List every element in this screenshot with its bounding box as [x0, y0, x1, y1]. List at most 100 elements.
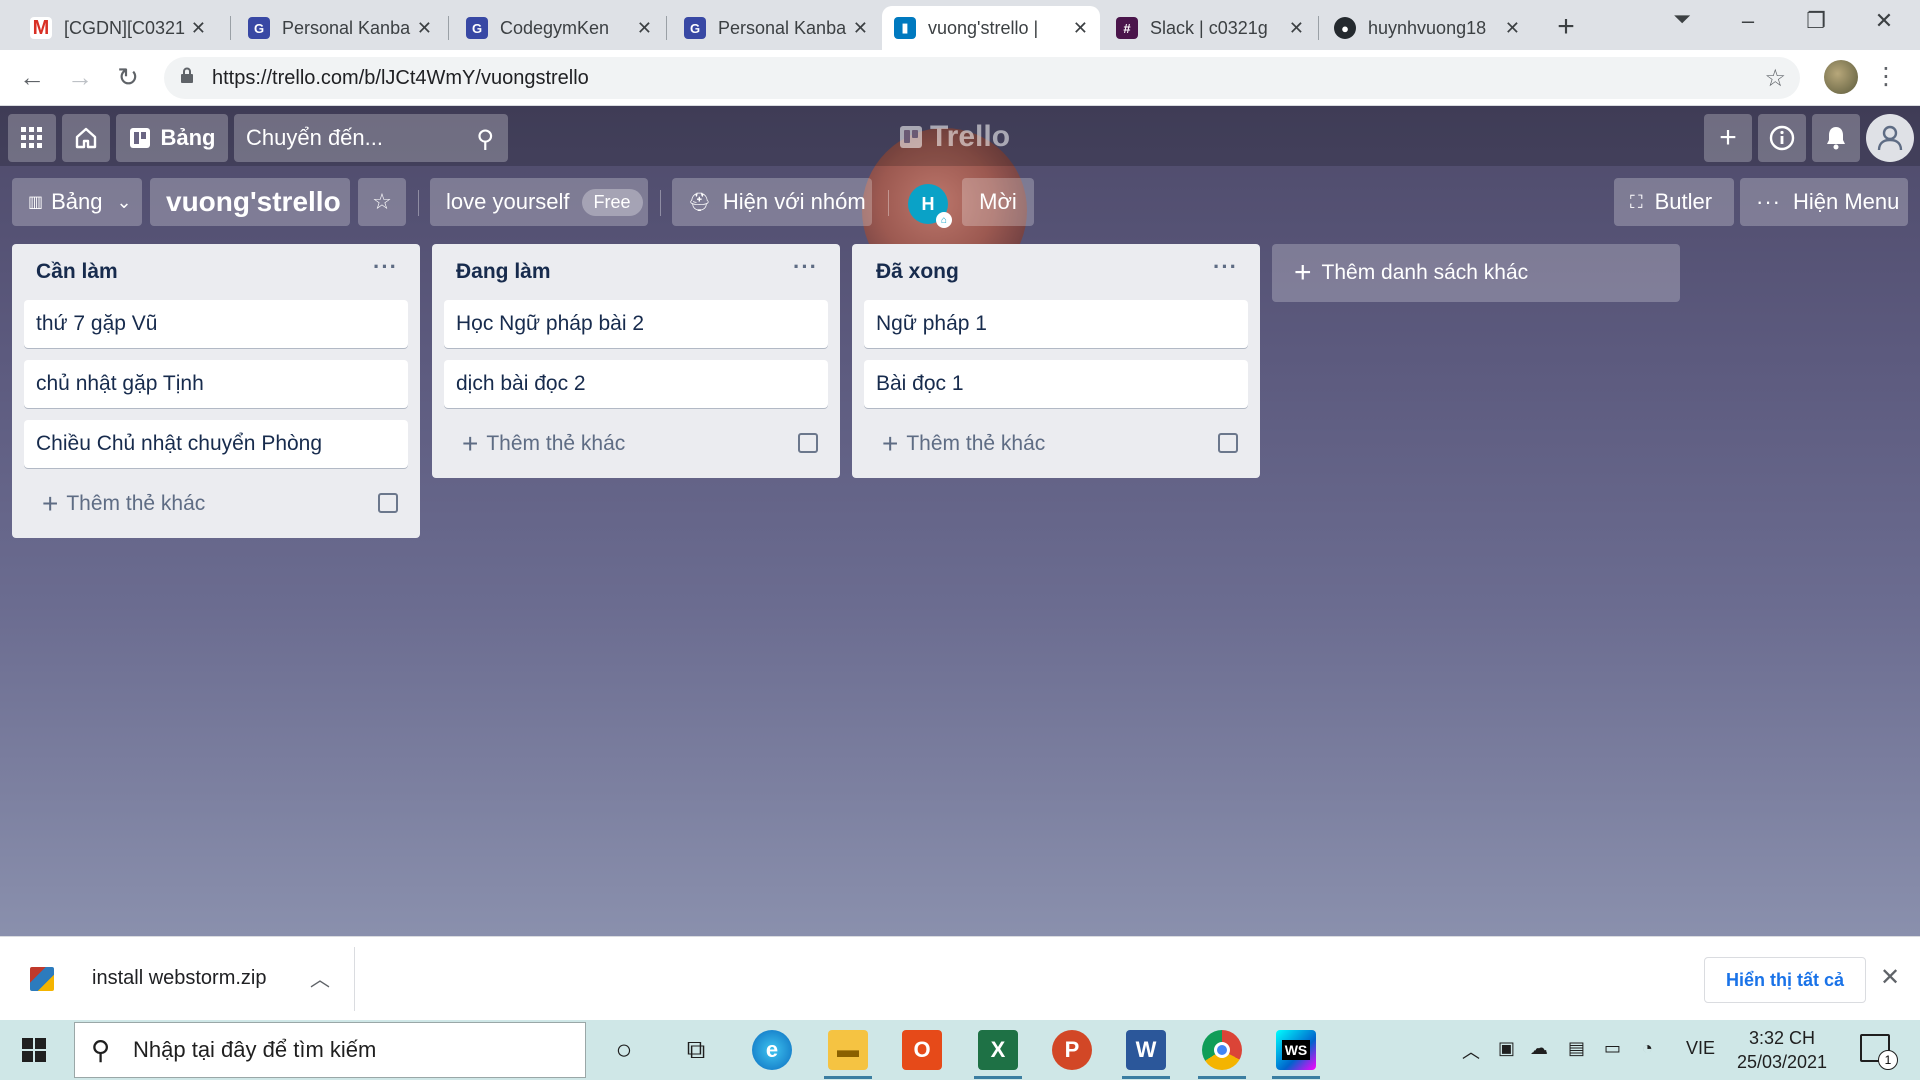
trello-logo-text: Trello: [930, 120, 1011, 153]
onedrive-icon[interactable]: ☁: [1530, 1038, 1548, 1059]
close-icon[interactable]: ✕: [1880, 963, 1900, 992]
notification-icon[interactable]: 1: [1860, 1034, 1898, 1070]
add-card-label: Thêm thẻ khác: [486, 432, 626, 455]
language-indicator[interactable]: VIE: [1686, 1038, 1715, 1059]
battery-icon[interactable]: ▭: [1604, 1038, 1621, 1059]
meet-now-icon[interactable]: ▣: [1498, 1038, 1515, 1059]
list-menu-icon[interactable]: ···: [793, 254, 818, 280]
wifi-icon[interactable]: ◔: [1642, 1038, 1653, 1059]
file-explorer-icon[interactable]: ▬: [828, 1030, 868, 1070]
list-menu-icon[interactable]: ···: [373, 254, 398, 280]
tab-slack[interactable]: # Slack | c0321g ✕: [1104, 6, 1316, 50]
action-center-app-icon[interactable]: ▤: [1568, 1038, 1585, 1059]
chevron-up-icon[interactable]: ︿: [310, 963, 330, 992]
browser-menu-icon[interactable]: ⋮: [1874, 62, 1898, 91]
close-icon[interactable]: ✕: [1289, 18, 1304, 39]
tab-personal-kanban-1[interactable]: G Personal Kanba ✕: [236, 6, 444, 50]
card[interactable]: Chiều Chủ nhật chuyển Phòng: [24, 420, 408, 468]
tab-codegymken[interactable]: G CodegymKen ✕: [454, 6, 664, 50]
card-template-icon[interactable]: [798, 433, 818, 453]
tab-personal-kanban-2[interactable]: G Personal Kanba ✕: [672, 6, 880, 50]
boards-button[interactable]: Bảng: [116, 114, 228, 162]
list-header[interactable]: Đang làm ···: [444, 244, 828, 300]
profile-avatar[interactable]: [1824, 60, 1858, 94]
list-da-xong: Đã xong ··· Ngữ pháp 1 Bài đọc 1 + Thêm …: [852, 244, 1260, 478]
address-bar[interactable]: https://trello.com/b/lJCt4WmY/vuongstrel…: [164, 57, 1800, 99]
create-plus-icon[interactable]: +: [1704, 114, 1752, 162]
card[interactable]: thứ 7 gặp Vũ: [24, 300, 408, 348]
butler-button[interactable]: ⛶ Butler: [1614, 178, 1734, 226]
card[interactable]: dịch bài đọc 2: [444, 360, 828, 408]
member-avatar[interactable]: H ⌂: [908, 184, 952, 228]
close-window-icon[interactable]: ✕: [1864, 8, 1904, 34]
tab-gmail[interactable]: M [CGDN][C0321 ✕: [18, 6, 218, 50]
tab-vuongstrello[interactable]: ▮ vuong'strello | ✕: [882, 6, 1100, 50]
cortana-icon[interactable]: ○: [604, 1030, 644, 1070]
apps-grid-icon[interactable]: [8, 114, 56, 162]
close-icon[interactable]: ✕: [1073, 18, 1088, 39]
webstorm-icon[interactable]: WS: [1276, 1030, 1316, 1070]
add-card-label: Thêm thẻ khác: [906, 432, 1046, 455]
notification-bell-icon[interactable]: [1812, 114, 1860, 162]
taskbar-search-input[interactable]: ⚲ Nhập tại đây để tìm kiếm: [74, 1022, 586, 1078]
add-list-button[interactable]: + Thêm danh sách khác: [1272, 244, 1680, 302]
tab-github[interactable]: ● huynhvuong18 ✕: [1322, 6, 1532, 50]
home-icon[interactable]: [62, 114, 110, 162]
close-icon[interactable]: ✕: [1505, 18, 1520, 39]
card[interactable]: Bài đọc 1: [864, 360, 1248, 408]
powerpoint-icon[interactable]: P: [1052, 1030, 1092, 1070]
word-icon[interactable]: W: [1126, 1030, 1166, 1070]
show-all-downloads-button[interactable]: Hiển thị tất cả: [1704, 957, 1866, 1003]
card-template-icon[interactable]: [1218, 433, 1238, 453]
excel-icon[interactable]: X: [978, 1030, 1018, 1070]
info-icon[interactable]: [1758, 114, 1806, 162]
new-tab-button[interactable]: +: [1548, 10, 1584, 44]
card[interactable]: Học Ngữ pháp bài 2: [444, 300, 828, 348]
close-icon[interactable]: ✕: [191, 18, 206, 39]
card[interactable]: Ngữ pháp 1: [864, 300, 1248, 348]
minimize-icon[interactable]: –: [1728, 8, 1768, 34]
forward-icon[interactable]: →: [62, 62, 98, 93]
board-icon: [129, 128, 150, 148]
list-header[interactable]: Cần làm ···: [24, 244, 408, 300]
show-menu-button[interactable]: ··· Hiện Menu: [1740, 178, 1908, 226]
plus-icon: +: [462, 428, 479, 459]
trello-logo[interactable]: Trello: [900, 120, 1010, 154]
board-view-switcher[interactable]: ▥ Bảng ⌄: [12, 178, 142, 226]
tab-search-icon[interactable]: ⏷: [1662, 6, 1702, 32]
search-placeholder: Chuyển đến...: [246, 125, 383, 150]
add-list-label: Thêm danh sách khác: [1321, 261, 1529, 284]
visibility-button[interactable]: ⛑ Hiện với nhóm: [672, 178, 872, 226]
invite-button[interactable]: Mời: [962, 178, 1034, 226]
house-icon: [75, 127, 97, 149]
chevron-up-icon[interactable]: ︿: [1462, 1038, 1480, 1064]
chrome-icon[interactable]: [1202, 1030, 1242, 1070]
card-template-icon[interactable]: [378, 493, 398, 513]
team-button[interactable]: love yourself Free: [430, 178, 648, 226]
back-icon[interactable]: ←: [14, 62, 50, 93]
task-view-icon[interactable]: ⧉: [676, 1030, 716, 1070]
board-title[interactable]: vuong'strello: [150, 178, 350, 226]
close-icon[interactable]: ✕: [853, 18, 868, 39]
office-icon[interactable]: O: [902, 1030, 942, 1070]
star-board-button[interactable]: ☆: [358, 178, 406, 226]
card[interactable]: chủ nhật gặp Tịnh: [24, 360, 408, 408]
add-card-button[interactable]: + Thêm thẻ khác: [444, 420, 828, 468]
close-icon[interactable]: ✕: [637, 18, 652, 39]
list-menu-icon[interactable]: ···: [1213, 254, 1238, 280]
add-card-button[interactable]: + Thêm thẻ khác: [864, 420, 1248, 468]
download-item[interactable]: install webstorm.zip: [92, 967, 267, 990]
edge-icon[interactable]: e: [752, 1030, 792, 1070]
trello-search-input[interactable]: Chuyển đến... ⚲: [234, 114, 508, 162]
plus-icon: +: [882, 428, 899, 459]
restore-icon[interactable]: ❐: [1796, 8, 1836, 34]
reload-icon[interactable]: ↻: [110, 62, 146, 93]
account-avatar[interactable]: [1866, 114, 1914, 162]
list-header[interactable]: Đã xong ···: [864, 244, 1248, 300]
add-card-button[interactable]: + Thêm thẻ khác: [24, 480, 408, 528]
windows-start-icon[interactable]: [22, 1038, 46, 1062]
system-clock[interactable]: 3:32 CH 25/03/2021: [1722, 1026, 1842, 1074]
bookmark-star-icon[interactable]: ☆: [1764, 64, 1786, 93]
close-icon[interactable]: ✕: [417, 18, 432, 39]
tab-divider: [230, 16, 231, 40]
